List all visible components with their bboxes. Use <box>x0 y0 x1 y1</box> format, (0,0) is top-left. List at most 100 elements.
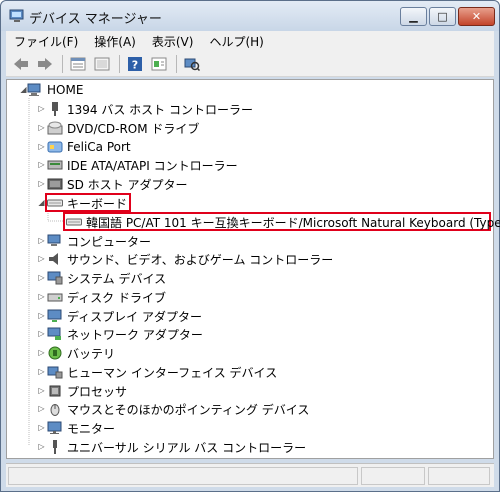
minimize-button[interactable]: ▁ <box>400 7 427 26</box>
status-cell <box>428 467 490 485</box>
toolbar-separator <box>176 54 177 73</box>
toolbar: ? <box>6 51 494 77</box>
tree-item-label: モニター <box>67 421 116 436</box>
computer-icon <box>27 83 41 96</box>
keyboard-icon <box>47 199 63 207</box>
expand-toggle[interactable]: ▷ <box>37 179 46 188</box>
tree-item-mouse[interactable]: マウスとそのほかのポインティング デバイス <box>47 400 309 418</box>
usb-icon <box>53 440 57 454</box>
dvd-icon <box>47 121 63 135</box>
tree-item-label: ディスク ドライブ <box>67 290 166 305</box>
tree-item-hid[interactable]: ヒューマン インターフェイス デバイス <box>47 363 277 381</box>
tree-item-battery[interactable]: バッテリ <box>47 344 115 362</box>
tree-item-label: プロセッサ <box>67 384 128 399</box>
menu-action[interactable]: 操作(A) <box>86 33 144 50</box>
tree-item-label: ネットワーク アダプター <box>67 327 203 342</box>
expand-toggle[interactable]: ▷ <box>37 386 46 395</box>
tree-item-label: FeliCa Port <box>67 140 131 154</box>
tree-root[interactable]: HOME <box>27 81 83 99</box>
keyboard-icon <box>66 218 82 226</box>
expand-toggle[interactable]: ▷ <box>37 404 46 413</box>
tree-item-label: システム デバイス <box>67 271 167 286</box>
expand-toggle[interactable]: ▷ <box>37 367 46 376</box>
computer-icon <box>47 234 61 246</box>
title-bar[interactable]: デバイス マネージャー ▁ □ ✕ <box>1 1 499 31</box>
battery-icon <box>48 346 62 360</box>
tree-item-keyboard[interactable]: キーボード <box>47 194 127 212</box>
view-icon[interactable] <box>91 54 113 74</box>
forward-icon[interactable] <box>34 54 56 74</box>
action-icon[interactable] <box>148 54 170 74</box>
tree-item-label: マウスとそのほかのポインティング デバイス <box>67 402 310 417</box>
tree-item-processor[interactable]: プロセッサ <box>47 382 127 400</box>
monitor-icon <box>47 421 62 434</box>
tree-item-network[interactable]: ネットワーク アダプター <box>47 325 203 343</box>
felica-icon <box>47 141 63 153</box>
expand-toggle[interactable]: ▷ <box>37 348 46 357</box>
maximize-button[interactable]: □ <box>429 7 456 26</box>
expand-toggle[interactable]: ▷ <box>37 123 46 132</box>
toolbar-separator <box>62 54 63 73</box>
toolbar-separator <box>119 54 120 73</box>
expand-toggle[interactable]: ▷ <box>37 104 46 113</box>
device-manager-window: デバイス マネージャー ▁ □ ✕ ファイル(F) 操作(A) 表示(V) ヘル… <box>0 0 500 492</box>
disk-icon <box>47 293 63 302</box>
tree-item-label: ユニバーサル シリアル バス コントローラー <box>67 440 307 455</box>
back-icon[interactable] <box>10 54 32 74</box>
menu-bar: ファイル(F) 操作(A) 表示(V) ヘルプ(H) <box>6 31 494 51</box>
device-tree[interactable]: ◢ HOME ▷ 1394 バス ホスト コントローラー ▷ DVD/CD-RO… <box>6 79 500 459</box>
expand-toggle[interactable]: ▷ <box>37 292 46 301</box>
scan-hardware-icon[interactable] <box>181 54 203 74</box>
tree-item-disk[interactable]: ディスク ドライブ <box>47 288 166 306</box>
expand-toggle[interactable]: ▷ <box>37 236 46 245</box>
display-icon <box>47 309 62 322</box>
expand-toggle[interactable]: ▷ <box>37 311 46 320</box>
tree-item-ide[interactable]: IDE ATA/ATAPI コントローラー <box>47 156 238 174</box>
tree-item-label: ヒューマン インターフェイス デバイス <box>67 365 278 380</box>
processor-icon <box>49 385 61 397</box>
tree-item-1394[interactable]: 1394 バス ホスト コントローラー <box>47 100 253 118</box>
system-icon <box>47 271 63 285</box>
tree-item-monitor[interactable]: モニター <box>47 419 115 437</box>
tree-item-keyboard-device[interactable]: 韓国語 PC/AT 101 キー互換キーボード/Microsoft Natura… <box>66 213 500 231</box>
expand-toggle[interactable]: ▷ <box>37 254 46 263</box>
tree-item-label: サウンド、ビデオ、およびゲーム コントローラー <box>67 252 334 267</box>
tree-item-label: 1394 バス ホスト コントローラー <box>67 102 253 117</box>
properties-icon[interactable] <box>67 54 89 74</box>
status-cell <box>8 467 358 485</box>
tree-item-label: ディスプレイ アダプター <box>67 309 202 324</box>
svg-text:?: ? <box>132 58 138 71</box>
tree-item-usb[interactable]: ユニバーサル シリアル バス コントローラー <box>47 438 306 456</box>
expand-toggle[interactable]: ▷ <box>37 142 46 151</box>
device-manager-icon <box>9 9 24 22</box>
tree-item-label: DVD/CD-ROM ドライブ <box>67 121 200 136</box>
tree-root-label: HOME <box>47 83 84 97</box>
expand-toggle[interactable]: ▷ <box>37 442 46 451</box>
expand-toggle[interactable]: ▷ <box>37 273 46 282</box>
tree-item-display[interactable]: ディスプレイ アダプター <box>47 307 202 325</box>
tree-item-label: SD ホスト アダプター <box>67 177 188 192</box>
menu-help[interactable]: ヘルプ(H) <box>201 33 271 50</box>
firewire-icon <box>52 102 58 116</box>
help-icon[interactable]: ? <box>124 54 146 74</box>
tree-item-label: キーボード <box>67 196 128 211</box>
expand-toggle[interactable]: ▷ <box>37 329 46 338</box>
mouse-icon <box>50 404 60 416</box>
tree-item-dvd[interactable]: DVD/CD-ROM ドライブ <box>47 119 199 137</box>
expand-toggle[interactable]: ▷ <box>37 423 46 432</box>
tree-item-sound[interactable]: サウンド、ビデオ、およびゲーム コントローラー <box>47 250 333 268</box>
expand-toggle[interactable]: ▷ <box>37 160 46 169</box>
status-bar <box>6 463 494 487</box>
menu-view[interactable]: 表示(V) <box>144 33 202 50</box>
tree-item-system[interactable]: システム デバイス <box>47 269 166 287</box>
sound-icon <box>49 253 58 265</box>
tree-item-label: IDE ATA/ATAPI コントローラー <box>67 158 238 173</box>
sd-icon <box>47 178 63 190</box>
menu-file[interactable]: ファイル(F) <box>6 33 86 50</box>
status-cell <box>361 467 425 485</box>
tree-item-sd-host[interactable]: SD ホスト アダプター <box>47 175 188 193</box>
tree-item-computer[interactable]: コンピューター <box>47 232 151 250</box>
tree-item-label: コンピューター <box>67 234 152 249</box>
close-button[interactable]: ✕ <box>458 7 495 26</box>
tree-item-felica[interactable]: FeliCa Port <box>47 138 131 156</box>
